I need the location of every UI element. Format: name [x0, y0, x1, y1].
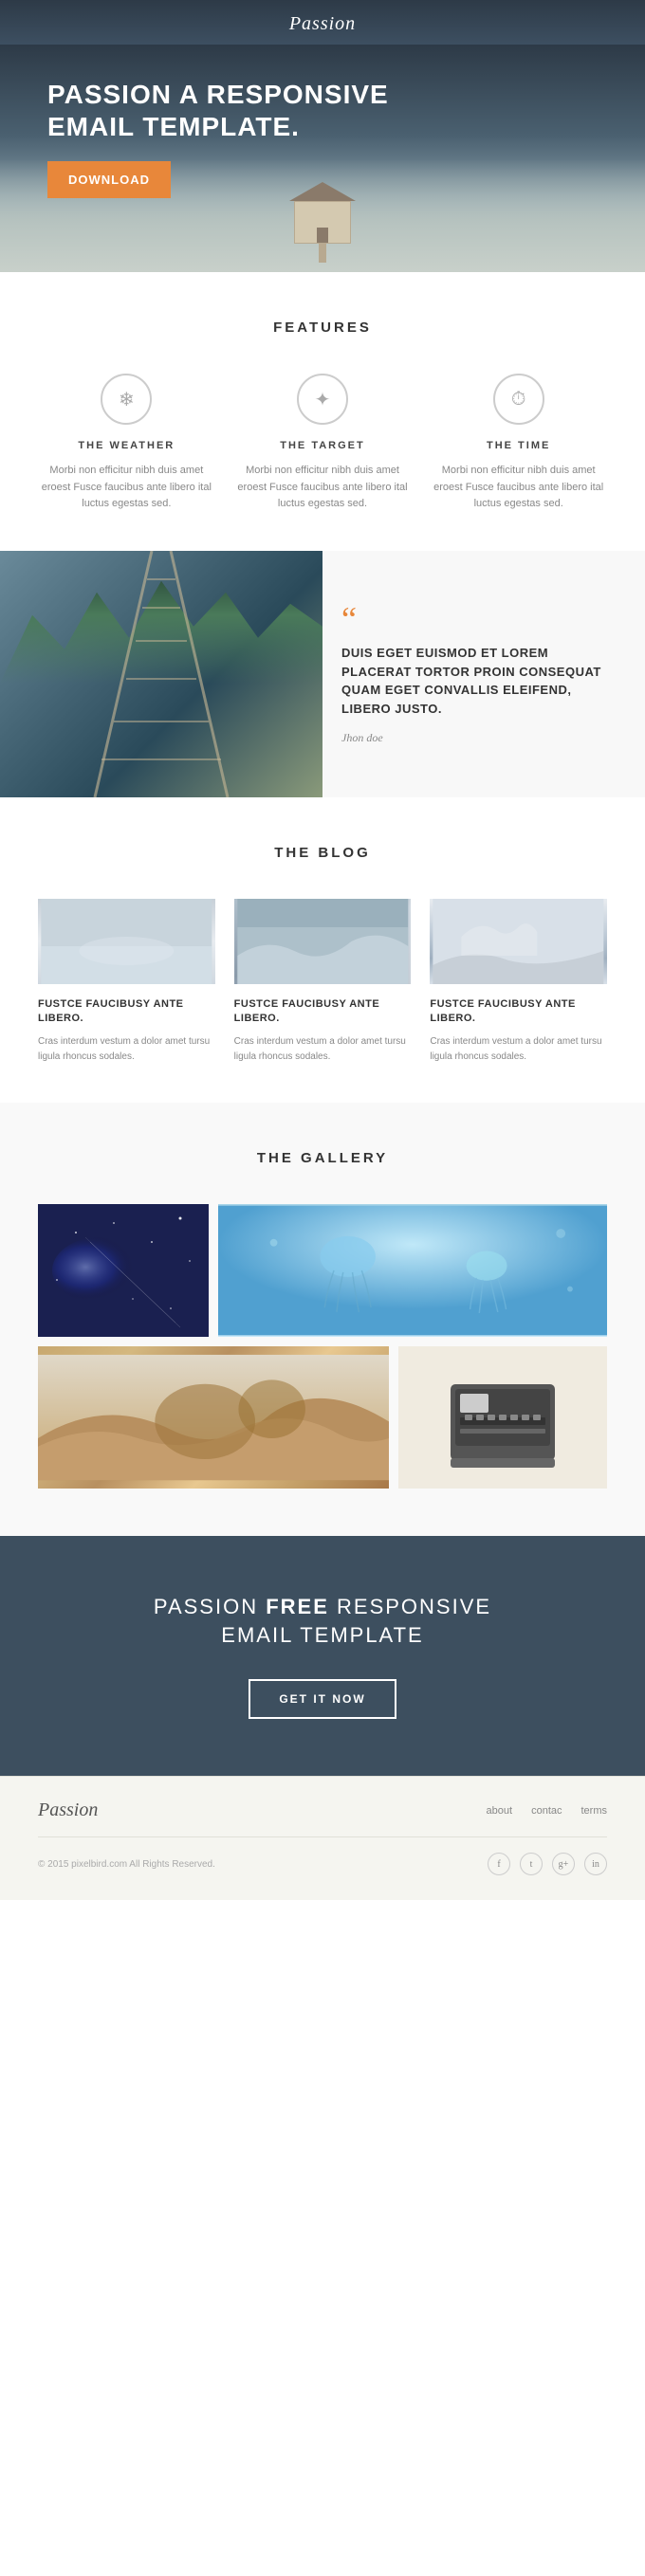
target-icon: ✦ [297, 374, 348, 425]
blog-image-3 [430, 899, 607, 984]
blog-post-3-desc: Cras interdum vestum a dolor amet tursu … [430, 1034, 607, 1065]
footer-nav-terms[interactable]: terms [581, 1805, 608, 1817]
hero-content: PASSION A RESPONSIVE EMAIL TEMPLATE. DOW… [47, 79, 389, 198]
typewriter-svg [398, 1346, 607, 1489]
gallery-section: THE GALLERY [0, 1103, 645, 1536]
time-icon: ⏱ [493, 374, 544, 425]
hero-download-button[interactable]: DOWNLOAD [47, 161, 171, 198]
blog-image-1 [38, 899, 215, 984]
feature-time-name: THE TIME [430, 440, 607, 451]
feature-target-name: THE TARGET [234, 440, 412, 451]
blog-section: THE BLOG FUSTCE FAUCIBUSY ANTE LIBERO. C… [0, 797, 645, 1103]
feature-target: ✦ THE TARGET Morbi non efficitur nibh du… [234, 374, 412, 513]
facebook-icon[interactable]: f [488, 1853, 510, 1875]
galaxy-svg [38, 1204, 209, 1337]
header-logo: Passion [289, 13, 356, 34]
blog-post-1-title: FUSTCE FAUCIBUSY ANTE LIBERO. [38, 997, 215, 1027]
cta-section: PASSION FREE RESPONSIVEEMAIL TEMPLATE GE… [0, 1536, 645, 1777]
features-title: FEATURES [38, 320, 607, 336]
quote-content: “ DUIS EGET EUISMOD ET LOREM PLACERAT TO… [322, 551, 645, 797]
blog-post-1-desc: Cras interdum vestum a dolor amet tursu … [38, 1034, 215, 1065]
cta-get-it-now-button[interactable]: GET IT NOW [249, 1679, 396, 1719]
footer: Passion about contac terms © 2015 pixelb… [0, 1776, 645, 1900]
feature-time: ⏱ THE TIME Morbi non efficitur nibh duis… [430, 374, 607, 513]
hero-title: PASSION A RESPONSIVE EMAIL TEMPLATE. [47, 79, 389, 142]
hero-section: PASSION A RESPONSIVE EMAIL TEMPLATE. DOW… [0, 45, 645, 272]
footer-copyright: © 2015 pixelbird.com All Rights Reserved… [38, 1859, 215, 1870]
footer-nav-about[interactable]: about [487, 1805, 513, 1817]
gallery-image-3[interactable] [38, 1346, 389, 1489]
jellyfish-svg [218, 1204, 607, 1337]
house-pier [319, 244, 326, 263]
quote-image [0, 551, 322, 797]
features-grid: ❄ THE WEATHER Morbi non efficitur nibh d… [38, 374, 607, 513]
feature-target-desc: Morbi non efficitur nibh duis amet eroes… [234, 463, 412, 513]
footer-nav: about contac terms [487, 1805, 607, 1817]
blog-title: THE BLOG [38, 845, 607, 861]
gallery-image-2[interactable] [218, 1204, 607, 1337]
quote-author: Jhon doe [341, 731, 617, 745]
email-wrapper: Passion PASSION A RESPONSIVE EMAIL TEMPL… [0, 0, 645, 2576]
house-body [294, 201, 351, 244]
footer-social: f t g+ in [488, 1853, 607, 1875]
blog-post-2[interactable]: FUSTCE FAUCIBUSY ANTE LIBERO. Cras inter… [234, 899, 412, 1065]
blog-post-2-desc: Cras interdum vestum a dolor amet tursu … [234, 1034, 412, 1065]
quote-text: DUIS EGET EUISMOD ET LOREM PLACERAT TORT… [341, 644, 617, 718]
gallery-image-1[interactable] [38, 1204, 209, 1337]
footer-logo: Passion [38, 1800, 98, 1821]
blog-post-1[interactable]: FUSTCE FAUCIBUSY ANTE LIBERO. Cras inter… [38, 899, 215, 1065]
googleplus-icon[interactable]: g+ [552, 1853, 575, 1875]
blog-post-2-title: FUSTCE FAUCIBUSY ANTE LIBERO. [234, 997, 412, 1027]
feature-weather: ❄ THE WEATHER Morbi non efficitur nibh d… [38, 374, 215, 513]
blog-img-svg-1 [38, 899, 215, 984]
cta-title-bold: FREE [266, 1595, 329, 1618]
feature-weather-name: THE WEATHER [38, 440, 215, 451]
hero-house-illustration [285, 196, 360, 263]
blog-post-3[interactable]: FUSTCE FAUCIBUSY ANTE LIBERO. Cras inter… [430, 899, 607, 1065]
cta-title-part1: PASSION [154, 1595, 266, 1618]
quote-section: “ DUIS EGET EUISMOD ET LOREM PLACERAT TO… [0, 551, 645, 797]
weather-icon: ❄ [101, 374, 152, 425]
features-section: FEATURES ❄ THE WEATHER Morbi non efficit… [0, 272, 645, 551]
gallery-image-4[interactable] [398, 1346, 607, 1489]
footer-bottom: © 2015 pixelbird.com All Rights Reserved… [38, 1853, 607, 1891]
twitter-icon[interactable]: t [520, 1853, 543, 1875]
quote-mark: “ [341, 602, 617, 636]
blog-post-3-title: FUSTCE FAUCIBUSY ANTE LIBERO. [430, 997, 607, 1027]
gallery-title: THE GALLERY [38, 1150, 607, 1166]
gallery-bottom-row [38, 1346, 607, 1489]
blog-img-svg-2 [234, 899, 412, 984]
desert-svg [38, 1346, 389, 1489]
cta-title: PASSION FREE RESPONSIVEEMAIL TEMPLATE [38, 1593, 607, 1652]
email-header: Passion [0, 0, 645, 45]
footer-top: Passion about contac terms [38, 1800, 607, 1837]
blog-image-2 [234, 899, 412, 984]
blog-grid: FUSTCE FAUCIBUSY ANTE LIBERO. Cras inter… [38, 899, 607, 1065]
linkedin-icon[interactable]: in [584, 1853, 607, 1875]
tracks-svg [0, 551, 322, 797]
feature-time-desc: Morbi non efficitur nibh duis amet eroes… [430, 463, 607, 513]
blog-img-svg-3 [430, 899, 607, 984]
footer-nav-contact[interactable]: contac [531, 1805, 562, 1817]
feature-weather-desc: Morbi non efficitur nibh duis amet eroes… [38, 463, 215, 513]
gallery-top-row [38, 1204, 607, 1337]
